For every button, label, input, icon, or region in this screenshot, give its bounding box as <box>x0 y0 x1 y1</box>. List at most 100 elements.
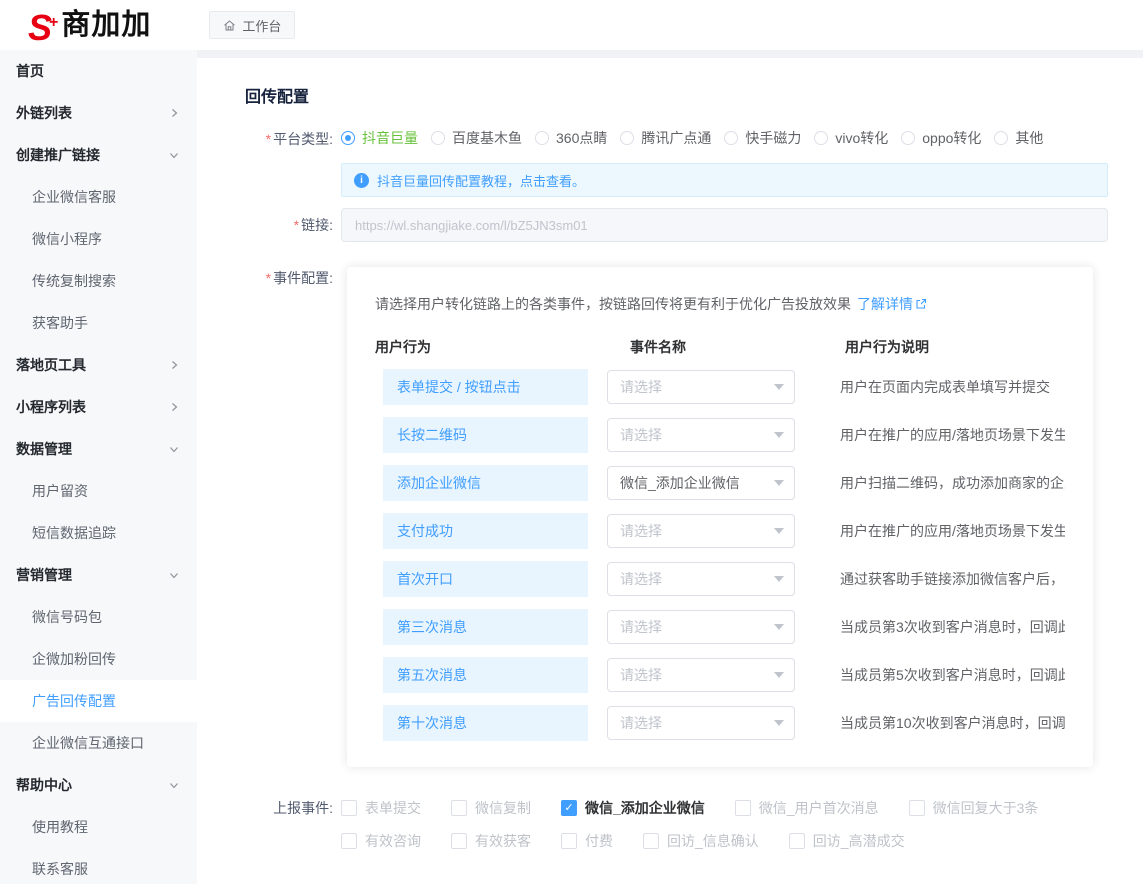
report-checkbox-group: 表单提交 微信复制 ✓微信_添加企业微信 微信_用户首次消息 微信回复大于3条 … <box>341 797 1068 851</box>
behavior-link[interactable]: 第十次消息 <box>383 705 588 741</box>
checkbox-revisit-info-confirm[interactable]: 回访_信息确认 <box>643 831 759 851</box>
sidebar-item-label: 用户留资 <box>32 481 88 501</box>
checkbox-valid-consult[interactable]: 有效咨询 <box>341 831 421 851</box>
radio-tencent-guangdiantong[interactable]: 腾讯广点通 <box>620 128 711 148</box>
checkbox-wechat-copy[interactable]: 微信复制 <box>451 798 531 818</box>
notice-row: i 抖音巨量回传配置教程，点击查看。 <box>245 150 1143 197</box>
checkbox-icon <box>735 800 751 816</box>
sidebar-item-wechat-number-pack[interactable]: 微信号码包 <box>0 596 197 638</box>
behavior-link[interactable]: 支付成功 <box>383 513 588 549</box>
behavior-link[interactable]: 添加企业微信 <box>383 465 588 501</box>
event-select[interactable]: 请选择 <box>607 514 795 548</box>
workbench-label: 工作台 <box>242 16 281 35</box>
event-select[interactable]: 请选择 <box>607 658 795 692</box>
learn-more-link[interactable]: 了解详情 <box>857 296 927 312</box>
event-row-fifth-message: 第五次消息 请选择 当成员第5次收到客户消息时，回调此事... <box>375 657 1065 693</box>
sidebar-item-contact-support[interactable]: 联系客服 <box>0 848 197 884</box>
event-row-add-wecom: 添加企业微信 微信_添加企业微信 用户扫描二维码，成功添加商家的企业微信 <box>375 465 1065 501</box>
platform-type-label: *平台类型: <box>245 128 333 150</box>
sidebar-item-ad-callback-config[interactable]: 广告回传配置 <box>0 680 197 722</box>
sidebar-item-wechat-miniprogram[interactable]: 微信小程序 <box>0 218 197 260</box>
behavior-link[interactable]: 长按二维码 <box>383 417 588 453</box>
sidebar-item-marketing-management[interactable]: 营销管理 <box>0 554 197 596</box>
sidebar-item-help-center[interactable]: 帮助中心 <box>0 764 197 806</box>
sidebar-item-copy-search[interactable]: 传统复制搜索 <box>0 260 197 302</box>
caret-down-icon <box>774 720 784 726</box>
sidebar-item-landing-tools[interactable]: 落地页工具 <box>0 344 197 386</box>
event-select[interactable]: 请选择 <box>607 610 795 644</box>
behavior-link[interactable]: 首次开口 <box>383 561 588 597</box>
sidebar-item-customer-assistant[interactable]: 获客助手 <box>0 302 197 344</box>
behavior-desc: 用户在推广的应用/落地页场景下发生的... <box>840 425 1065 445</box>
platform-radio-group: 抖音巨量 百度基木鱼 360点睛 腾讯广点通 快手磁力 vivo转化 oppo转… <box>341 128 1056 148</box>
sidebar-item-label: 营销管理 <box>16 565 72 585</box>
radio-kuaishou-cili[interactable]: 快手磁力 <box>724 128 801 148</box>
checkbox-icon <box>789 833 805 849</box>
checkbox-wechat-reply-gt3[interactable]: 微信回复大于3条 <box>909 798 1039 818</box>
sidebar-item-label: 企业微信互通接口 <box>32 733 144 753</box>
link-row: *链接: <box>245 208 1143 242</box>
radio-douyin-juliang[interactable]: 抖音巨量 <box>341 128 418 148</box>
event-select[interactable]: 请选择 <box>607 418 795 452</box>
select-value: 请选择 <box>620 569 662 589</box>
radio-icon <box>620 131 634 145</box>
checkbox-wechat-add-wecom[interactable]: ✓微信_添加企业微信 <box>561 798 705 818</box>
behavior-link[interactable]: 表单提交 / 按钮点击 <box>383 369 588 405</box>
event-select[interactable]: 请选择 <box>607 706 795 740</box>
sidebar-item-user-leads[interactable]: 用户留资 <box>0 470 197 512</box>
sidebar-item-wecom-service[interactable]: 企业微信客服 <box>0 176 197 218</box>
checkbox-paid[interactable]: 付费 <box>561 831 613 851</box>
sidebar-item-miniprogram-list[interactable]: 小程序列表 <box>0 386 197 428</box>
sidebar-item-wecom-fans-callback[interactable]: 企微加粉回传 <box>0 638 197 680</box>
event-row-form-submit: 表单提交 / 按钮点击 请选择 用户在页面内完成表单填写并提交 <box>375 369 1065 405</box>
sidebar-item-label: 广告回传配置 <box>32 691 116 711</box>
chevron-down-icon <box>169 150 179 160</box>
sidebar-item-sms-tracking[interactable]: 短信数据追踪 <box>0 512 197 554</box>
external-link-icon <box>915 297 927 313</box>
checkbox-revisit-high-potential[interactable]: 回访_高潜成交 <box>789 831 905 851</box>
event-row-tenth-message: 第十次消息 请选择 当成员第10次收到客户消息时，回调此事... <box>375 705 1065 741</box>
radio-icon <box>341 131 355 145</box>
checkbox-form-submit[interactable]: 表单提交 <box>341 798 421 818</box>
sidebar-item-label: 企微加粉回传 <box>32 649 116 669</box>
sidebar-item-tutorial[interactable]: 使用教程 <box>0 806 197 848</box>
link-input[interactable] <box>341 208 1108 242</box>
column-header-behavior-desc: 用户行为说明 <box>845 337 929 357</box>
radio-other[interactable]: 其他 <box>994 128 1043 148</box>
event-select[interactable]: 请选择 <box>607 370 795 404</box>
event-select[interactable]: 请选择 <box>607 562 795 596</box>
checkbox-valid-customer[interactable]: 有效获客 <box>451 831 531 851</box>
sidebar-item-label: 数据管理 <box>16 439 72 459</box>
behavior-desc: 当成员第10次收到客户消息时，回调此事... <box>840 713 1065 733</box>
behavior-link[interactable]: 第五次消息 <box>383 657 588 693</box>
sidebar-item-data-management[interactable]: 数据管理 <box>0 428 197 470</box>
radio-icon <box>994 131 1008 145</box>
select-value: 请选择 <box>620 713 662 733</box>
checkbox-wechat-first-message[interactable]: 微信_用户首次消息 <box>735 798 879 818</box>
sidebar: 首页 外链列表 创建推广链接 企业微信客服 微信小程序 传统复制搜索 获客助手 … <box>0 50 197 884</box>
checkbox-icon <box>909 800 925 816</box>
checkbox-icon <box>451 833 467 849</box>
radio-360-dianjing[interactable]: 360点睛 <box>535 128 607 148</box>
caret-down-icon <box>774 432 784 438</box>
event-row-first-message: 首次开口 请选择 通过获客助手链接添加微信客户后，当微... <box>375 561 1065 597</box>
sidebar-item-label: 短信数据追踪 <box>32 523 116 543</box>
behavior-desc: 通过获客助手链接添加微信客户后，当微... <box>840 569 1065 589</box>
event-select[interactable]: 微信_添加企业微信 <box>607 466 795 500</box>
behavior-desc: 当成员第3次收到客户消息时，回调此事... <box>840 617 1065 637</box>
sidebar-item-external-links[interactable]: 外链列表 <box>0 92 197 134</box>
event-table-header: 用户行为 事件名称 用户行为说明 <box>375 337 1065 357</box>
tutorial-notice[interactable]: i 抖音巨量回传配置教程，点击查看。 <box>341 163 1108 197</box>
workbench-button[interactable]: 工作台 <box>209 11 295 39</box>
sidebar-item-create-promo-link[interactable]: 创建推广链接 <box>0 134 197 176</box>
event-row-long-press-qr: 长按二维码 请选择 用户在推广的应用/落地页场景下发生的... <box>375 417 1065 453</box>
radio-baidu-jimuyu[interactable]: 百度基木鱼 <box>431 128 522 148</box>
radio-oppo[interactable]: oppo转化 <box>901 128 981 148</box>
sidebar-item-home[interactable]: 首页 <box>0 50 197 92</box>
sidebar-item-label: 获客助手 <box>32 313 88 333</box>
caret-down-icon <box>774 480 784 486</box>
behavior-link[interactable]: 第三次消息 <box>383 609 588 645</box>
sidebar-item-wecom-interop-api[interactable]: 企业微信互通接口 <box>0 722 197 764</box>
radio-vivo[interactable]: vivo转化 <box>814 128 888 148</box>
required-mark: * <box>266 270 271 286</box>
